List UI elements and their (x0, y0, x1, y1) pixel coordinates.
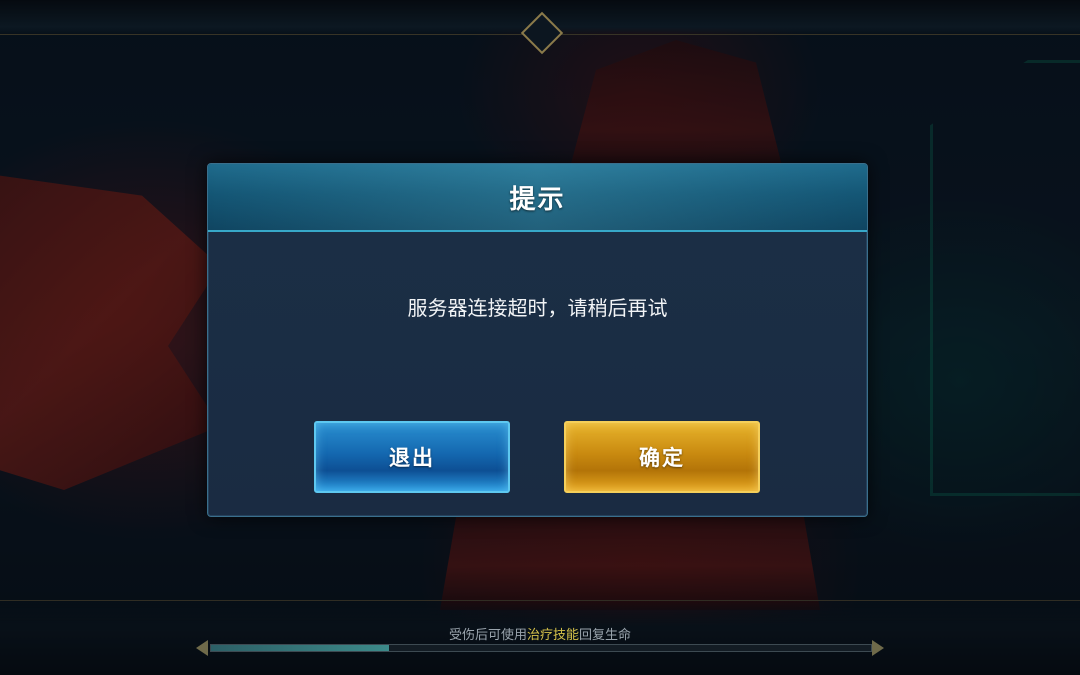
confirm-button-label: 确定 (639, 446, 685, 470)
confirm-button[interactable]: 确定 (564, 421, 760, 493)
dialog-header: 提示 (208, 164, 867, 232)
dialog-message: 服务器连接超时，请稍后再试 (407, 296, 668, 320)
loading-tip-suffix: 回复生命 (579, 628, 632, 643)
loading-progress-fill (211, 645, 390, 651)
loading-tip-highlight: 治疗技能 (526, 628, 579, 643)
loading-tip: 受伤后可使用治疗技能回复生命 (0, 624, 1080, 643)
exit-button[interactable]: 退出 (314, 421, 510, 493)
game-loading-screen: 提示 服务器连接超时，请稍后再试 退出 确定 受伤后可使用治疗技能回复生命 (0, 0, 1080, 675)
loading-progress-bar (210, 644, 872, 652)
loading-tip-prefix: 受伤后可使用 (448, 628, 527, 643)
dialog-title: 提示 (509, 184, 566, 215)
progress-right-cap-icon (872, 640, 884, 656)
exit-button-label: 退出 (389, 446, 435, 470)
progress-left-cap-icon (196, 640, 208, 656)
alert-dialog: 提示 服务器连接超时，请稍后再试 退出 确定 (207, 163, 868, 517)
